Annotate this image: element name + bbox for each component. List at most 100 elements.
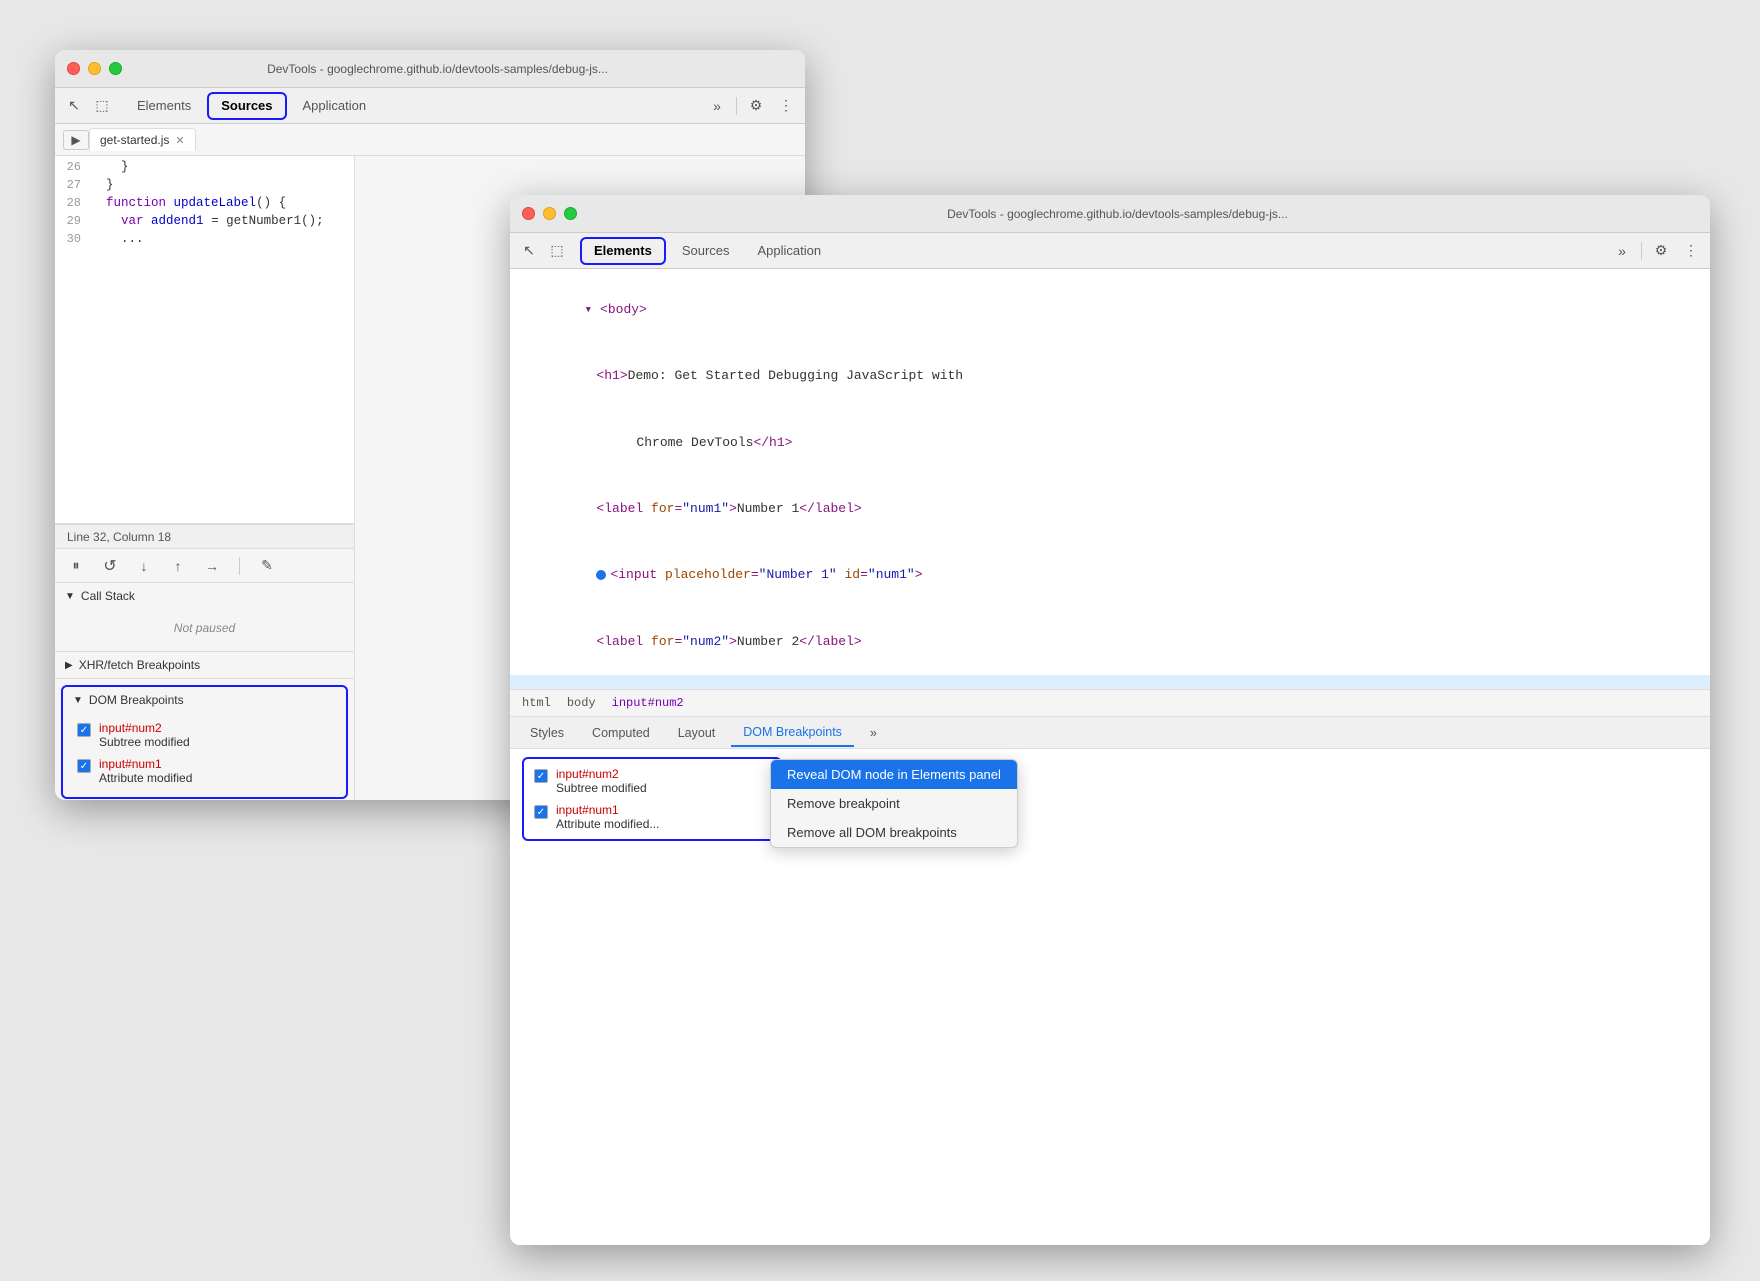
bottom-bp-desc-1: Attribute modified...	[556, 817, 659, 831]
titlebar-back: DevTools - googlechrome.github.io/devtoo…	[55, 50, 805, 88]
bottom-bp-desc-0: Subtree modified	[556, 781, 647, 795]
tab-bar-right-back: » ⚙ ⋮	[706, 95, 797, 117]
ctx-remove-breakpoint[interactable]: Remove breakpoint	[771, 789, 1017, 818]
bottom-bp-text-1: input#num1 Attribute modified...	[556, 803, 659, 831]
bp-checkbox-0[interactable]: ✓	[77, 723, 91, 737]
step-into-button[interactable]: ↓	[133, 555, 155, 577]
dom-tri-back: ▼	[73, 695, 83, 706]
tab-computed[interactable]: Computed	[580, 719, 662, 747]
tab-dom-breakpoints[interactable]: DOM Breakpoints	[731, 719, 854, 747]
bottom-bp-selector-0: input#num2	[556, 767, 619, 781]
call-stack-triangle: ▼	[65, 591, 75, 602]
tab-elements-front[interactable]: Elements	[580, 237, 666, 265]
html-line-input1: <input placeholder="Number 1" id="num1">	[522, 542, 1698, 608]
call-stack-section: ▼ Call Stack Not paused	[55, 582, 354, 651]
bottom-bp-checkbox-1[interactable]: ✓	[534, 805, 548, 819]
tab-elements-back[interactable]: Elements	[125, 92, 203, 120]
breadcrumb-bar: html body input#num2	[510, 689, 1710, 717]
step-over-button[interactable]: ↺	[99, 555, 121, 577]
dom-breakpoints-header-back[interactable]: ▼ DOM Breakpoints	[63, 687, 346, 713]
window-title-back: DevTools - googlechrome.github.io/devtoo…	[82, 62, 793, 76]
call-stack-label: Call Stack	[81, 589, 135, 603]
code-line-30: 30 ...	[55, 232, 354, 250]
tab-sources-front[interactable]: Sources	[670, 237, 742, 265]
tab-bar-icons-front: ↖ ⬚	[518, 240, 568, 262]
breakpoint-item-1: ✓ input#num1 Attribute modified	[71, 753, 338, 789]
more-tabs-icon-back[interactable]: »	[706, 95, 728, 117]
html-line-label2: <label for="num2">Number 2</label>	[522, 608, 1698, 674]
file-tab-label: get-started.js	[100, 133, 169, 147]
more-tabs-icon-front[interactable]: »	[1611, 240, 1633, 262]
xhr-label: XHR/fetch Breakpoints	[79, 658, 200, 672]
step-out-button[interactable]: ↑	[167, 555, 189, 577]
tab-application-back[interactable]: Application	[291, 92, 379, 120]
code-line-28: 28 function updateLabel() {	[55, 196, 354, 214]
breadcrumb-body[interactable]: body	[567, 696, 596, 710]
debug-toolbar: ⏸ ↺ ↓ ↑ → ✎	[55, 548, 354, 582]
tab-more-bottom[interactable]: »	[858, 719, 889, 747]
edit-breakpoints-button[interactable]: ✎	[256, 555, 278, 577]
not-paused-text: Not paused	[63, 613, 346, 643]
bottom-bp-checkbox-0[interactable]: ✓	[534, 769, 548, 783]
html-line-label1: <label for="num1">Number 1</label>	[522, 476, 1698, 542]
xhr-triangle: ▶	[65, 660, 73, 671]
xhr-breakpoints-header[interactable]: ▶ XHR/fetch Breakpoints	[55, 652, 354, 678]
bottom-bp-item-0: ✓ input#num2 Subtree modified	[528, 763, 776, 799]
breadcrumb-input-num2[interactable]: input#num2	[612, 696, 684, 710]
titlebar-front: DevTools - googlechrome.github.io/devtoo…	[510, 195, 1710, 233]
dom-breakpoints-body-back: ✓ input#num2 Subtree modified ✓ input#nu…	[63, 713, 346, 797]
bottom-panel-tabs: Styles Computed Layout DOM Breakpoints »	[510, 717, 1710, 749]
dot-indicator-1	[596, 570, 606, 580]
elements-panel[interactable]: ▾ <body> <h1>Demo: Get Started Debugging…	[510, 269, 1710, 689]
tab-styles[interactable]: Styles	[518, 719, 576, 747]
code-line-26: 26 }	[55, 160, 354, 178]
bp-checkbox-1[interactable]: ✓	[77, 759, 91, 773]
tab-bar-right-front: » ⚙ ⋮	[1611, 240, 1702, 262]
kebab-icon-back[interactable]: ⋮	[775, 95, 797, 117]
bottom-bp-text-0: input#num2 Subtree modified	[556, 767, 647, 795]
inspect-icon-front[interactable]: ⬚	[546, 240, 568, 262]
check-icon-1: ✓	[80, 761, 88, 772]
window-title-front: DevTools - googlechrome.github.io/devtoo…	[537, 207, 1698, 221]
code-line-27: 27 }	[55, 178, 354, 196]
html-line-h1-cont: Chrome DevTools</h1>	[522, 410, 1698, 476]
inspect-icon[interactable]: ⬚	[91, 95, 113, 117]
settings-icon-back[interactable]: ⚙	[745, 95, 767, 117]
code-editor[interactable]: 26 } 27 } 28 function updateLabel() { 29…	[55, 156, 354, 524]
file-panel-toggle[interactable]: ▶	[63, 130, 89, 150]
context-menu: Reveal DOM node in Elements panel Remove…	[770, 759, 1018, 848]
cursor-icon[interactable]: ↖	[63, 95, 85, 117]
left-sidebar: 26 } 27 } 28 function updateLabel() { 29…	[55, 156, 355, 800]
bp-selector-1: input#num1	[99, 757, 162, 771]
file-tab-get-started[interactable]: get-started.js ✕	[89, 128, 196, 151]
tab-application-front[interactable]: Application	[746, 237, 834, 265]
close-button-front[interactable]	[522, 207, 535, 220]
code-line-29: 29 var addend1 = getNumber1();	[55, 214, 354, 232]
call-stack-header[interactable]: ▼ Call Stack	[55, 583, 354, 609]
dom-breakpoints-highlight-back: ▼ DOM Breakpoints ✓ input#num2 Subtree m…	[61, 685, 348, 799]
check-icon-0: ✓	[80, 725, 88, 736]
check-icon-b0: ✓	[537, 771, 545, 782]
bp-selector-0: input#num2	[99, 721, 162, 735]
html-line-input2-selected[interactable]: <input placeholder="Number 2" id="num2">…	[510, 675, 1710, 689]
step-button[interactable]: →	[201, 555, 223, 577]
tab-layout[interactable]: Layout	[666, 719, 728, 747]
html-line-h1: <h1>Demo: Get Started Debugging JavaScri…	[522, 343, 1698, 409]
close-button[interactable]	[67, 62, 80, 75]
breadcrumb-html[interactable]: html	[522, 696, 551, 710]
tab-bar-icons-back: ↖ ⬚	[63, 95, 113, 117]
bp-text-0: input#num2 Subtree modified	[99, 721, 190, 749]
ctx-remove-all[interactable]: Remove all DOM breakpoints	[771, 818, 1017, 847]
ctx-reveal-item[interactable]: Reveal DOM node in Elements panel	[771, 760, 1017, 789]
bp-text-1: input#num1 Attribute modified	[99, 757, 192, 785]
check-icon-b1: ✓	[537, 807, 545, 818]
bp-desc-0: Subtree modified	[99, 735, 190, 749]
settings-icon-front[interactable]: ⚙	[1650, 240, 1672, 262]
status-bar: Line 32, Column 18	[55, 524, 354, 548]
cursor-icon-front[interactable]: ↖	[518, 240, 540, 262]
kebab-icon-front[interactable]: ⋮	[1680, 240, 1702, 262]
file-tab-close[interactable]: ✕	[175, 134, 184, 147]
tab-sources-back[interactable]: Sources	[207, 92, 286, 120]
pause-button[interactable]: ⏸	[65, 555, 87, 577]
dom-breakpoints-label-back: DOM Breakpoints	[89, 693, 184, 707]
